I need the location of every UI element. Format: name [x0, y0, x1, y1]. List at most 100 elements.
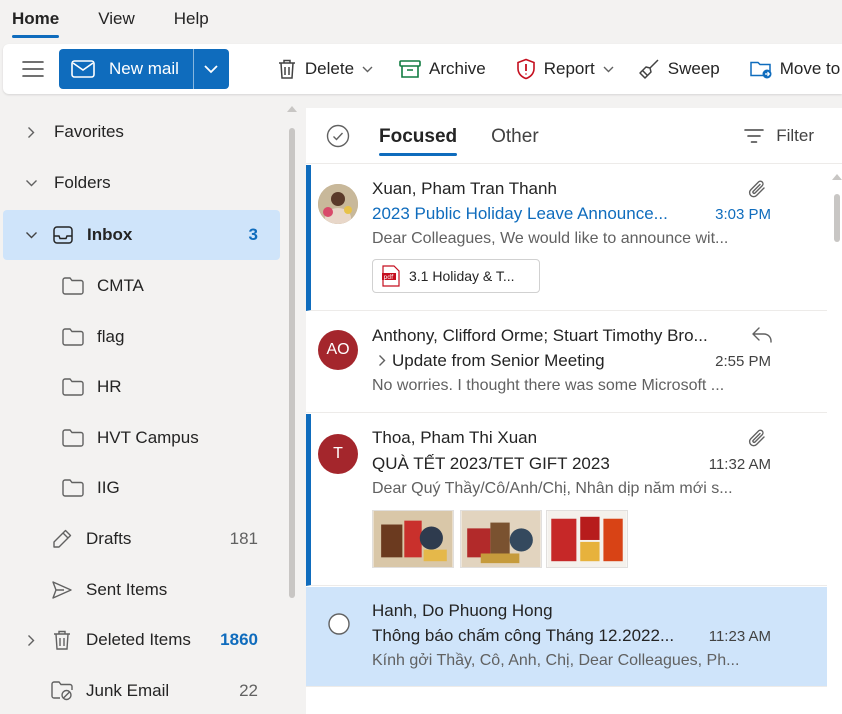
sidebar-item-label: Sent Items: [86, 580, 168, 599]
sidebar-item-label: Folders: [54, 173, 111, 192]
sidebar-item-favorites[interactable]: Favorites: [3, 107, 280, 157]
folder-pane-scrollbar[interactable]: [289, 128, 295, 598]
tab-focused[interactable]: Focused: [379, 108, 458, 164]
sender-name: Hanh, Do Phuong Hong: [372, 601, 553, 620]
tab-home[interactable]: Home: [12, 0, 60, 38]
broom-icon: [639, 59, 659, 79]
message-item[interactable]: AO Anthony, Clifford Orme; Stuart Timoth…: [306, 312, 827, 413]
scroll-up-arrow[interactable]: [287, 106, 297, 112]
sidebar-item-drafts[interactable]: Drafts 181: [3, 514, 280, 564]
report-button[interactable]: Report: [516, 58, 614, 80]
image-thumbnail[interactable]: [546, 510, 628, 568]
new-mail-dropdown-button[interactable]: [194, 49, 229, 89]
message-item[interactable]: T Thoa, Pham Thi Xuan QUÀ TẾT 2023/TET G…: [306, 414, 827, 586]
folder-icon: [61, 378, 85, 396]
avatar: [318, 184, 358, 224]
sidebar-item-hvt-campus[interactable]: HVT Campus: [3, 413, 280, 463]
message-time: 11:23 AM: [708, 628, 771, 645]
sidebar-item-folders[interactable]: Folders: [3, 158, 280, 208]
message-subject: Update from Senior Meeting: [392, 351, 605, 370]
trash-icon: [278, 59, 295, 79]
item-count: 181: [229, 529, 258, 548]
svg-text:pdf: pdf: [384, 274, 395, 281]
sidebar-item-iig[interactable]: IIG: [3, 463, 280, 513]
select-checkbox-circle[interactable]: [328, 613, 350, 635]
sidebar-item-label: HVT Campus: [97, 428, 199, 447]
message-preview: Dear Colleagues, We would like to announ…: [372, 230, 729, 247]
sidebar-item-deleted-items[interactable]: Deleted Items 1860: [3, 615, 280, 665]
sweep-button[interactable]: Sweep: [638, 58, 720, 80]
message-list: Focused Other Filter Xuan, Pham Tran Tha…: [306, 108, 842, 714]
message-item[interactable]: Xuan, Pham Tran Thanh 2023 Public Holida…: [306, 165, 827, 311]
ribbon-toolbar: New mail Delete Archive Report Sweep Mov…: [3, 44, 842, 94]
filter-button[interactable]: Filter: [744, 126, 814, 146]
chevron-down-icon: [603, 66, 614, 72]
pdf-icon: pdf: [382, 265, 400, 287]
sidebar-item-sent-items[interactable]: Sent Items: [3, 565, 280, 615]
paperclip-icon: [748, 429, 765, 447]
sweep-label: Sweep: [667, 59, 720, 78]
attachment-chip[interactable]: pdf 3.1 Holiday & T...: [372, 259, 540, 293]
sidebar-item-inbox[interactable]: Inbox 3: [3, 210, 280, 260]
inbox-icon: [51, 226, 75, 244]
top-tab-bar: Home View Help: [0, 0, 842, 42]
move-to-button[interactable]: Move to: [750, 59, 840, 79]
archive-icon: [399, 60, 421, 78]
sidebar-item-flag[interactable]: flag: [3, 312, 280, 362]
message-preview: Kính gởi Thầy, Cô, Anh, Chị, Dear Collea…: [372, 652, 740, 669]
sidebar-item-label: Favorites: [54, 122, 124, 141]
filter-label: Filter: [776, 126, 814, 145]
message-item[interactable]: Hanh, Do Phuong Hong Thông báo chấm công…: [306, 587, 827, 687]
folder-icon: [61, 277, 85, 295]
move-to-label: Move to: [779, 59, 841, 78]
sidebar-item-hr[interactable]: HR: [3, 362, 280, 412]
scroll-up-arrow[interactable]: [832, 174, 842, 180]
image-thumbnail[interactable]: [460, 510, 542, 568]
chevron-right-icon: [21, 126, 41, 139]
avatar: AO: [318, 330, 358, 370]
attachment-name: 3.1 Holiday & T...: [409, 268, 515, 284]
sender-name: Xuan, Pham Tran Thanh: [372, 179, 557, 198]
trash-icon: [50, 629, 74, 651]
sidebar-item-label: Inbox: [87, 225, 133, 244]
checkmark-circle-icon: [326, 124, 350, 147]
send-icon: [50, 580, 74, 600]
new-mail-label: New mail: [109, 59, 179, 78]
hamburger-menu-button[interactable]: [17, 53, 49, 85]
sender-name: Thoa, Pham Thi Xuan: [372, 428, 538, 447]
tab-view[interactable]: View: [98, 0, 135, 38]
message-subject: QUÀ TẾT 2023/TET GIFT 2023: [372, 454, 610, 473]
image-thumbnail[interactable]: [372, 510, 454, 568]
message-subject: 2023 Public Holiday Leave Announce...: [372, 204, 668, 223]
report-label: Report: [543, 59, 595, 78]
archive-button[interactable]: Archive: [399, 59, 486, 79]
item-count: 22: [239, 681, 258, 700]
tab-other[interactable]: Other: [491, 108, 539, 164]
sidebar-item-label: CMTA: [97, 276, 144, 295]
shield-icon: [516, 58, 535, 80]
folder-move-icon: [750, 61, 772, 79]
chevron-down-icon: [204, 64, 219, 73]
reply-icon: [752, 327, 772, 343]
chevron-down-icon: [362, 66, 373, 72]
message-preview: No worries. I thought there was some Mic…: [372, 377, 725, 394]
sidebar-item-junk-email[interactable]: Junk Email 22: [3, 666, 280, 714]
chevron-right-icon: [21, 634, 41, 647]
tab-help[interactable]: Help: [174, 0, 209, 38]
delete-button[interactable]: Delete: [277, 58, 373, 80]
message-list-scrollbar[interactable]: [834, 194, 840, 242]
select-all-checkbox[interactable]: [326, 124, 350, 148]
folder-icon: [61, 429, 85, 447]
new-mail-button[interactable]: New mail: [59, 49, 194, 89]
sidebar-item-cmta[interactable]: CMTA: [3, 261, 280, 311]
hamburger-icon: [22, 61, 44, 77]
sidebar-item-label: Deleted Items: [86, 630, 191, 649]
new-mail-split-button: New mail: [59, 49, 229, 89]
message-time: 3:03 PM: [715, 206, 771, 223]
sidebar-item-label: IIG: [97, 478, 120, 497]
folder-icon: [61, 479, 85, 497]
chevron-down-icon: [21, 179, 41, 187]
sidebar-item-label: Junk Email: [86, 681, 170, 700]
folder-icon: [61, 328, 85, 346]
message-subject: Thông báo chấm công Tháng 12.2022...: [372, 626, 675, 645]
